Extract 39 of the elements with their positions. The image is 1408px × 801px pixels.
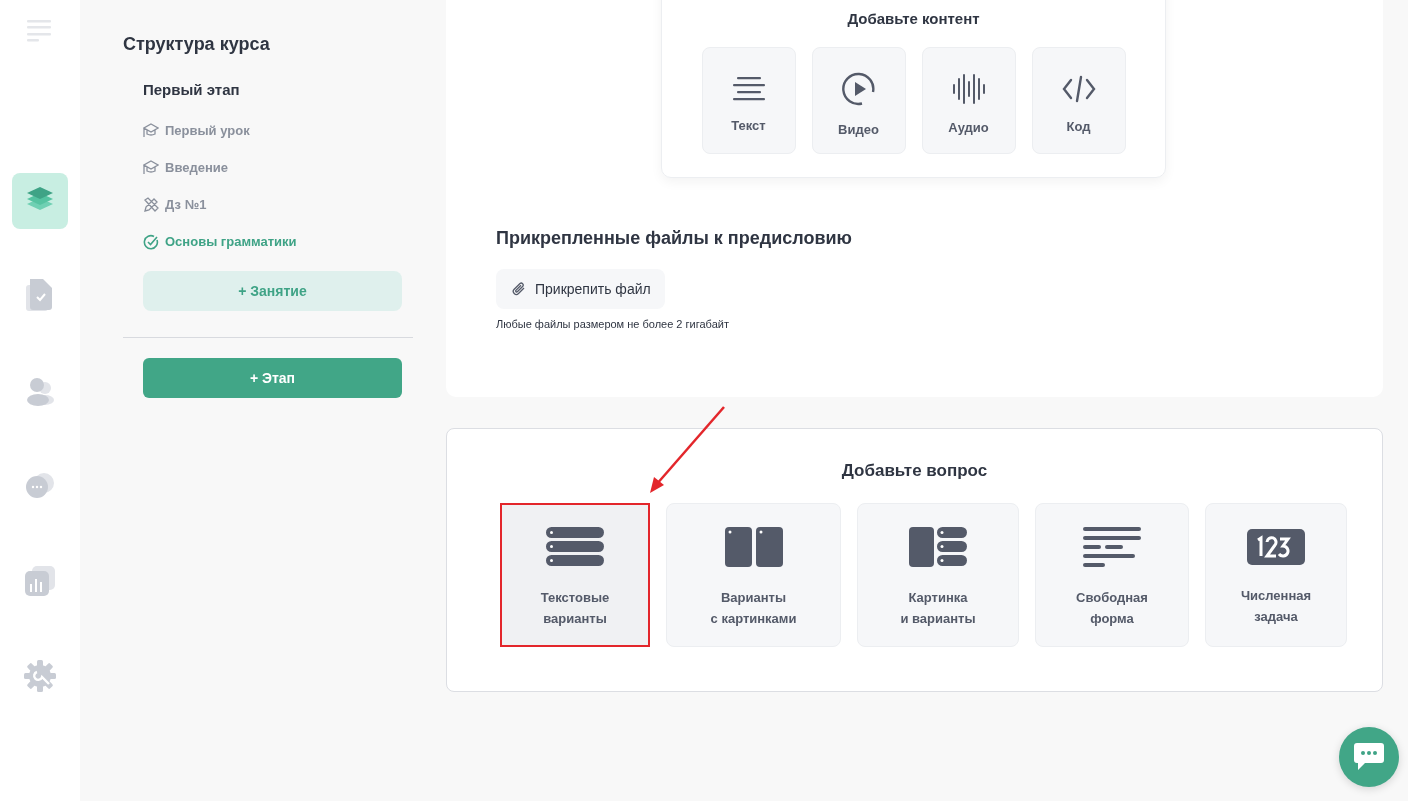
play-icon (841, 72, 876, 106)
content-type-tile[interactable]: Аудио (921, 47, 1016, 154)
chat-icon (25, 472, 55, 500)
chat-bubble-icon (1354, 743, 1384, 771)
chart-icon (25, 566, 55, 596)
users-icon (25, 376, 55, 406)
content-type-tile[interactable]: Видео (811, 47, 906, 154)
paragraph-icon (1083, 527, 1141, 567)
question-type-tile[interactable]: Варианты с картинками (666, 503, 841, 647)
add-question-title: Добавьте вопрос (841, 461, 988, 481)
pencil-ruler-icon (143, 196, 159, 213)
attachments-title: Прикрепленные файлы к предисловию (496, 228, 852, 249)
nav-item[interactable] (12, 173, 68, 229)
attach-file-button[interactable]: Прикрепить файл (496, 269, 665, 309)
graduation-cap-icon (143, 123, 159, 138)
menu-icon (27, 20, 53, 42)
attachment-hint: Любые файлы размером не более 2 гигабайт (496, 318, 729, 330)
document-check-icon (26, 279, 54, 313)
code-icon (1061, 75, 1096, 103)
question-type-tile[interactable]: Картинка и варианты (857, 503, 1019, 647)
paperclip-icon (512, 281, 526, 297)
question-type-tile[interactable]: Текстовые варианты (500, 503, 650, 647)
content-type-tile[interactable]: Текст (701, 47, 796, 154)
sound-wave-icon (951, 74, 986, 104)
text-lines-icon (732, 76, 765, 102)
chat-button[interactable] (1339, 727, 1399, 787)
question-type-tile[interactable]: Свободная форма (1035, 503, 1189, 647)
question-type-tile[interactable]: Численная задача (1205, 503, 1347, 647)
card-and-rows-icon (909, 527, 967, 567)
add-content-title: Добавьте контент (847, 10, 980, 27)
content-type-tile[interactable]: Код (1031, 47, 1126, 154)
course-structure-title: Структура курса (123, 34, 271, 55)
graduation-cap-icon (143, 160, 159, 175)
stage-title: Первый этап (143, 81, 241, 98)
numbers-icon (1247, 529, 1305, 565)
two-cards-icon (724, 527, 783, 567)
list-rows-icon (546, 527, 604, 567)
settings-icon (24, 660, 56, 692)
check-circle-icon (143, 233, 159, 250)
